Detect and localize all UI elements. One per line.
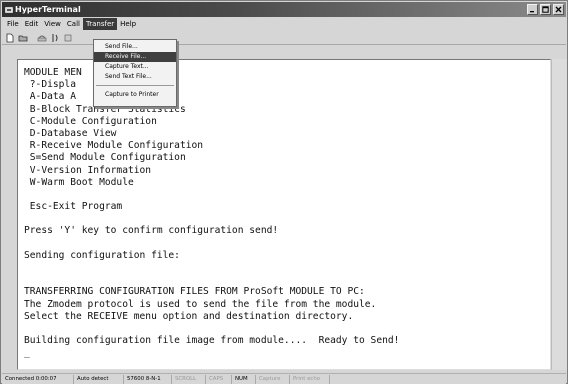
terminal-line: B-Block Transfer Statistics (24, 103, 186, 115)
maximize-button[interactable] (540, 4, 551, 15)
terminal-line: R-Receive Module Configuration (24, 140, 204, 152)
toolbar (2, 31, 566, 45)
status-connected: Connected 0:00:07 (2, 374, 74, 384)
status-print-echo: Print echo (290, 374, 330, 384)
terminal-line: Sending configuration file: (24, 249, 180, 261)
transfer-menu-dropdown: Send File... Receive File... Capture Tex… (93, 39, 177, 107)
terminal-line: MODULE MEN (24, 67, 82, 78)
minimize-button[interactable] (527, 4, 538, 15)
new-connection-icon[interactable] (5, 33, 15, 43)
disconnect-icon[interactable] (50, 33, 60, 43)
menu-file[interactable]: File (4, 18, 22, 30)
status-baud: 57600 8-N-1 (124, 374, 172, 384)
menu-item-send-file[interactable]: Send File... (94, 42, 176, 52)
menu-transfer[interactable]: Transfer (82, 18, 118, 30)
status-scroll: SCROLL (172, 374, 206, 384)
terminal-line: _ (24, 347, 30, 359)
connect-phone-icon[interactable] (37, 33, 47, 43)
terminal-line: C-Module Configuration (24, 115, 157, 127)
terminal-line: Press 'Y' key to confirm configuration s… (24, 225, 279, 237)
title-bar[interactable]: HyperTerminal (2, 2, 566, 17)
terminal-line: TRANSFERRING CONFIGURATION FILES FROM Pr… (24, 286, 365, 298)
menu-view[interactable]: View (41, 18, 64, 30)
terminal-line: Select the RECEIVE menu option and desti… (24, 310, 354, 322)
status-capture: Capture (256, 374, 290, 384)
menu-call[interactable]: Call (64, 18, 83, 30)
terminal-line: A-Data A (24, 91, 76, 103)
send-icon[interactable] (63, 33, 73, 43)
close-button[interactable] (553, 4, 564, 15)
vertical-scrollbar[interactable] (551, 59, 567, 370)
status-caps: CAPS (206, 374, 232, 384)
terminal-line: S=Send Module Configuration (24, 152, 186, 164)
menu-item-receive-file[interactable]: Receive File... (94, 52, 176, 62)
terminal-output: MODULE MEN ?-Displa A-Data A B-Block Tra… (24, 67, 399, 360)
menu-item-capture-text[interactable]: Capture Text... (94, 62, 176, 72)
terminal-line: Esc-Exit Program (24, 201, 123, 213)
terminal-line: V-Version Information (24, 164, 152, 176)
terminal-line: Building configuration file image from m… (24, 335, 400, 347)
menu-bar: File Edit View Call Transfer Help (2, 18, 566, 30)
menu-item-send-text-file[interactable]: Send Text File... (94, 72, 176, 82)
window-title: HyperTerminal (15, 5, 81, 14)
open-folder-icon[interactable] (18, 33, 28, 43)
terminal-line: ?-Displa (24, 79, 76, 91)
menu-edit[interactable]: Edit (22, 18, 42, 30)
menu-help[interactable]: Help (117, 18, 139, 30)
menu-separator (96, 85, 174, 86)
terminal-line: W-Warm Boot Module (24, 176, 134, 188)
hyperterminal-window: HyperTerminal File Edit View Call Transf… (0, 0, 568, 384)
menu-item-capture-to-printer[interactable]: Capture to Printer (94, 90, 176, 100)
status-num: NUM (232, 374, 256, 384)
hyperterminal-icon (5, 6, 13, 14)
terminal-line: D-Database View (24, 127, 117, 139)
terminal-line: The Zmodem protocol is used to send the … (24, 298, 377, 310)
status-detect: Auto detect (74, 374, 124, 384)
status-bar: Connected 0:00:07 Auto detect 57600 8-N-… (2, 373, 566, 384)
